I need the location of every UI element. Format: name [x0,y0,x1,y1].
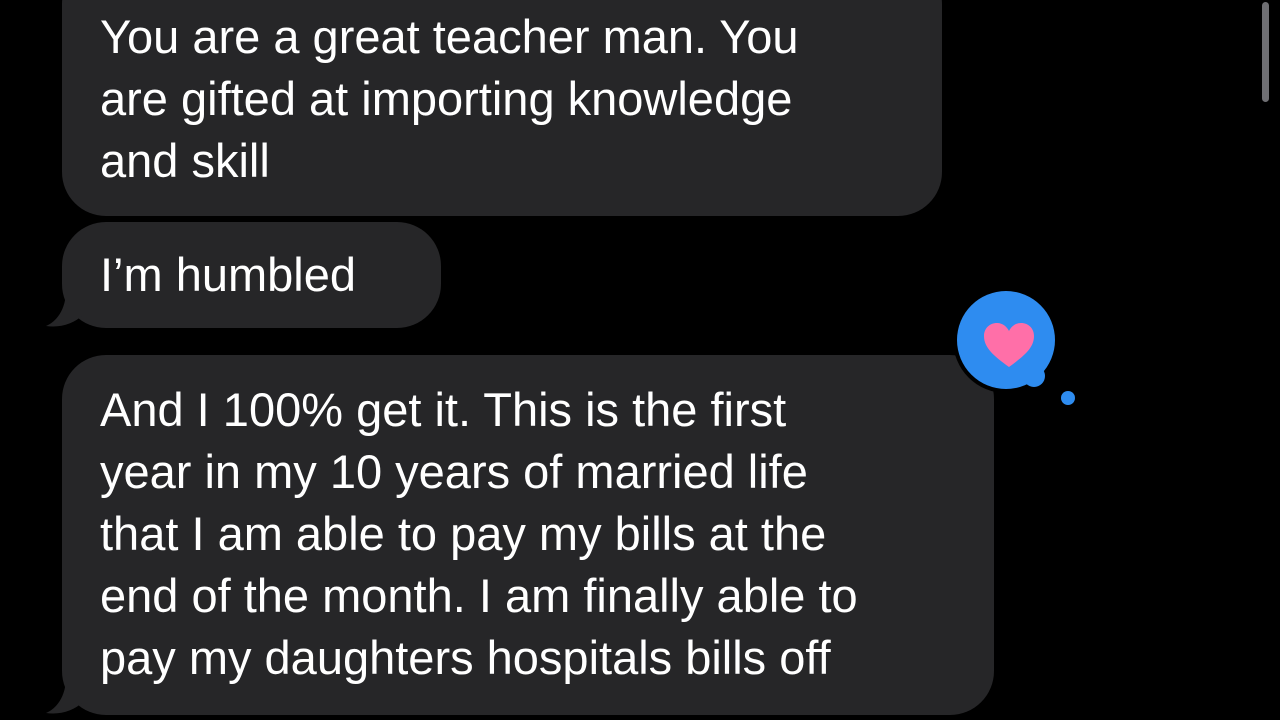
message-bubble-received[interactable]: You are a great teacher man. You are gif… [62,0,942,216]
message-text-line: year in my 10 years of married life [100,445,808,498]
bubble-tail-icon [46,677,84,714]
message-text-line: are gifted at importing knowledge [100,72,793,125]
message-bubble-received[interactable]: I’m humbled [62,222,441,328]
message-text-line: And I 100% get it. This is the first [100,383,787,436]
message-text-line: end of the month. I am finally able to [100,569,858,622]
bubble-tail-icon [46,290,84,327]
message-text-line: pay my daughters hospitals bills off [100,631,831,684]
message-text-line: that I am able to pay my bills at the [100,507,827,560]
heart-tapback-icon[interactable] [954,288,1084,408]
message-text-line: You are a great teacher man. You [100,10,799,63]
scrollbar[interactable] [1262,2,1269,102]
messages-screen: You are a great teacher man. You are gif… [0,0,1280,720]
message-bubble-received[interactable]: And I 100% get it. This is the first yea… [62,355,994,715]
message-text-line: and skill [100,134,270,187]
message-text-line: I’m humbled [100,248,356,301]
